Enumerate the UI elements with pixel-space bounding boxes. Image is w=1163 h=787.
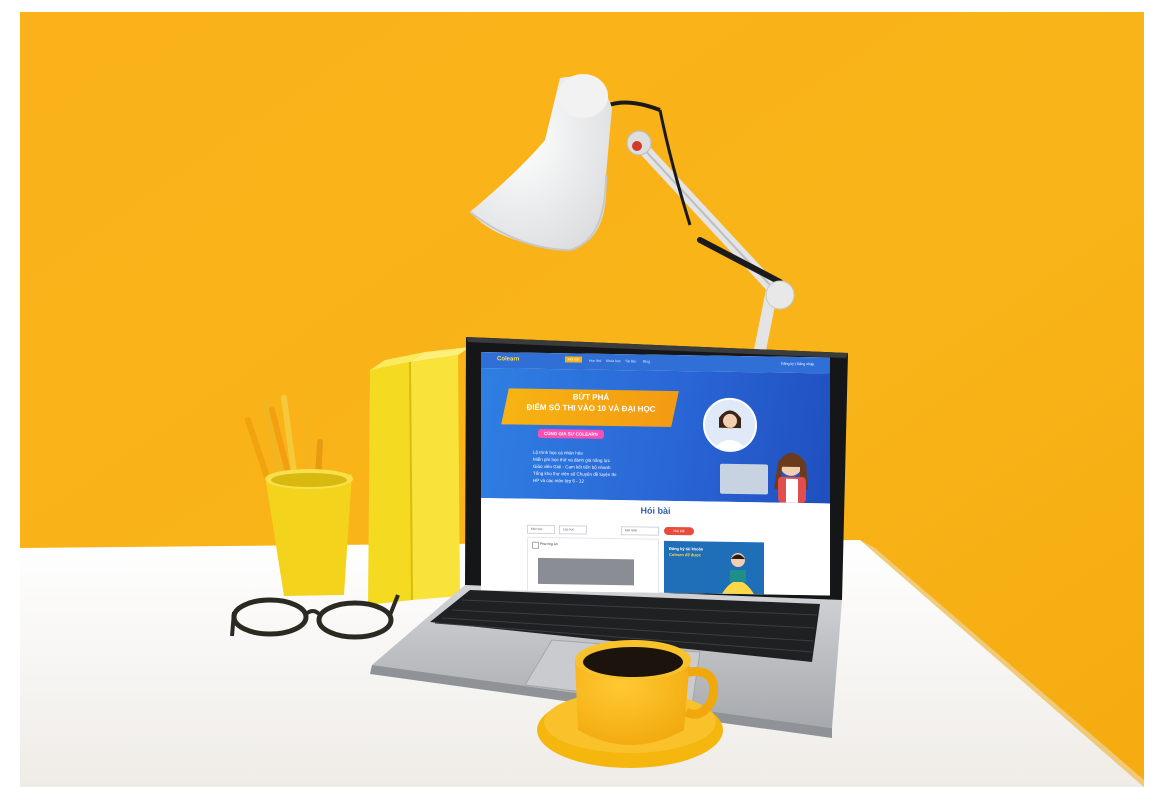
laptop-screen: Colearn Hỏi bài Học thử Khóa học Tài liệ… bbox=[481, 352, 830, 596]
benefit-list: Lộ trình học cá nhân hóa Miễn phí học th… bbox=[533, 449, 658, 486]
subject-filter[interactable]: Môn học bbox=[527, 524, 555, 535]
question-card[interactable]: Phương án bbox=[527, 536, 659, 595]
ask-question-button[interactable]: Hỏi bài bbox=[664, 526, 694, 536]
tagline-pill: CÙNG GIA SƯ COLEARN bbox=[538, 428, 604, 439]
sort-select[interactable]: Mới nhất bbox=[621, 526, 659, 536]
promo-title: Đăng ký tài khoản bbox=[669, 545, 704, 552]
login-link[interactable]: Đăng ký | Đăng nhập bbox=[781, 362, 814, 367]
photo: Colearn Hỏi bài Học thử Khóa học Tài liệ… bbox=[0, 0, 1163, 787]
nav-item-tai-lieu[interactable]: Tài liệu bbox=[625, 359, 636, 363]
promo-person-icon bbox=[722, 553, 754, 595]
grade-filter[interactable]: Lớp học bbox=[559, 525, 587, 535]
card-checkbox[interactable] bbox=[532, 541, 539, 549]
promo-subtitle: Colearn để được bbox=[669, 551, 702, 558]
nav-item-blog[interactable]: Blog bbox=[643, 360, 650, 364]
question-image bbox=[538, 557, 634, 586]
tutor-portrait-icon bbox=[713, 410, 747, 451]
headline: BỨT PHÁ ĐIỂM SỐ THI VÀO 10 VÀ ĐẠI HỌC bbox=[505, 390, 677, 415]
hero-banner: BỨT PHÁ ĐIỂM SỐ THI VÀO 10 VÀ ĐẠI HỌC CÙ… bbox=[481, 368, 830, 504]
promo-panel[interactable]: Đăng ký tài khoản Colearn để được bbox=[664, 540, 764, 595]
student-illustration bbox=[720, 452, 808, 504]
nav-item-khoa-hoc[interactable]: Khóa học bbox=[606, 359, 621, 363]
benefit-item: HP và các môn lớp 6 - 12 bbox=[533, 477, 584, 484]
card-label: Phương án bbox=[540, 541, 558, 547]
books-icon bbox=[368, 347, 470, 605]
questions-section: Hỏi bài Môn học Lớp học Mới nhất Hỏi bài… bbox=[481, 498, 830, 596]
page-title: Hỏi bài bbox=[640, 505, 671, 516]
site-logo[interactable]: Colearn bbox=[497, 356, 519, 362]
nav-item-hoc-thu[interactable]: Học thử bbox=[589, 359, 601, 363]
nav-item-hoi-bai[interactable]: Hỏi bài bbox=[565, 356, 582, 363]
